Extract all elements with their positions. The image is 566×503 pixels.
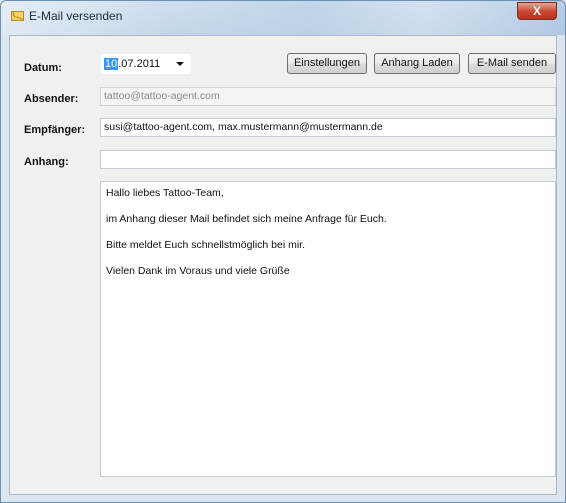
envelope-icon	[11, 11, 24, 21]
attachment-field[interactable]	[100, 150, 556, 169]
message-line: im Anhang dieser Mail befindet sich mein…	[106, 213, 387, 225]
date-rest: .07.2011	[118, 58, 161, 70]
sender-field: tattoo@tattoo-agent.com	[100, 87, 556, 106]
message-line: Bitte meldet Euch schnellstmöglich bei m…	[106, 239, 306, 251]
send-email-button[interactable]: E-Mail senden	[468, 53, 556, 74]
message-line: Hallo liebes Tattoo-Team,	[106, 187, 224, 199]
window-title: E-Mail versenden	[29, 9, 123, 23]
date-picker[interactable]: 10.07.2011	[101, 54, 191, 74]
anhang-label: Anhang:	[24, 156, 69, 168]
message-body[interactable]: Hallo liebes Tattoo-Team, im Anhang dies…	[100, 181, 556, 477]
date-day-selected: 10	[104, 58, 119, 70]
email-window: E-Mail versenden X Datum: 10.07.2011 Ein…	[0, 0, 566, 503]
empfaenger-label: Empfänger:	[24, 124, 86, 136]
dropdown-arrow-icon[interactable]	[176, 62, 184, 66]
recipient-field[interactable]: susi@tattoo-agent.com, max.mustermann@mu…	[100, 118, 556, 137]
title-bar[interactable]: E-Mail versenden X	[1, 1, 565, 35]
settings-button[interactable]: Einstellungen	[287, 53, 367, 74]
datum-label: Datum:	[24, 62, 62, 74]
form-panel: Datum: 10.07.2011 Einstellungen Anhang L…	[9, 35, 557, 495]
absender-label: Absender:	[24, 93, 79, 105]
message-line: Vielen Dank im Voraus und viele Grüße	[106, 265, 290, 277]
close-button[interactable]: X	[517, 2, 557, 20]
load-attachment-button[interactable]: Anhang Laden	[374, 53, 460, 74]
